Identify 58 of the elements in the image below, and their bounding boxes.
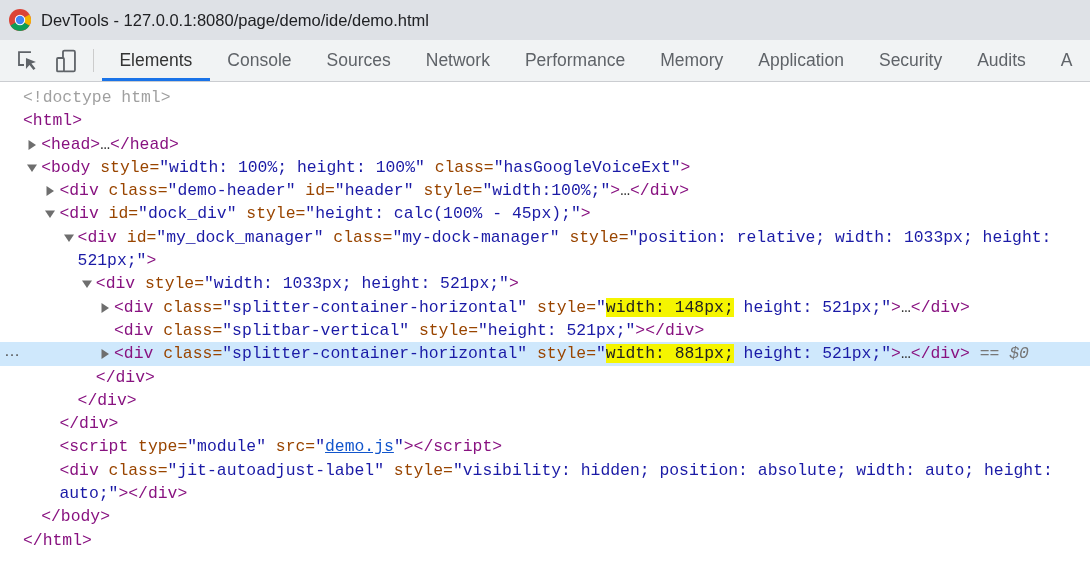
dom-tree-row[interactable]: <head>…</head>	[0, 132, 1090, 156]
code-text: <script type="module" src="	[59, 437, 325, 457]
tab[interactable]: A	[1043, 40, 1090, 81]
code-text: <div class="splitter-container-horizontal" style="	[114, 344, 606, 364]
tab[interactable]: Application	[740, 40, 862, 81]
dom-tree-row[interactable]: <div class="splitter-container-horizontal" style="width: 148px; height: 521px;">…</div>	[0, 295, 1090, 319]
dom-tree-row[interactable]: <div id="dock_div" style="height: calc(100% - 45px);">	[0, 202, 1090, 226]
code-text: </body>	[41, 507, 111, 527]
code-text: auto;"></div>	[59, 484, 188, 504]
expand-toggle-icon[interactable]	[27, 162, 38, 173]
dom-tree-row[interactable]: <html>	[0, 109, 1090, 133]
tab[interactable]: Sources	[309, 40, 409, 81]
expand-toggle-icon[interactable]	[100, 302, 110, 313]
expand-toggle-icon[interactable]	[45, 186, 56, 197]
device-toolbar-icon[interactable]	[53, 47, 78, 74]
dom-tree-row[interactable]: <div class="jit-autoadjust-label" style="visibility: hidden; position: absolute; width: auto; height:	[0, 458, 1090, 483]
code-text: <!doctype html>	[23, 88, 171, 107]
code-text: "></script>	[393, 437, 503, 457]
dom-tree-row[interactable]: <script type="module" src="demo.js"></script>	[0, 435, 1090, 459]
code-text: <div id="dock_div" style="height: calc(100% - 45px);">	[59, 204, 591, 224]
code-text: height: 521px;">…</div> == $0	[742, 344, 1029, 364]
tab[interactable]: Audits	[959, 40, 1044, 81]
code-text: </div>	[77, 390, 137, 410]
dom-tree-row[interactable]: <div id="my_dock_manager" class="my-dock-manager" style="position: relative; width: 1033px; height:	[0, 225, 1090, 250]
code-text: <div class="splitter-container-horizontal" style="	[114, 297, 606, 317]
tab[interactable]: Console	[209, 40, 310, 81]
dom-tree-row[interactable]: <div style="width: 1033px; height: 521px;">	[0, 272, 1090, 296]
expand-toggle-icon[interactable]	[63, 232, 74, 243]
code-text: <div class="jit-autoadjust-label" style="visibility: hidden; position: absolute; width: auto; height:	[59, 460, 1053, 480]
dom-tree-row[interactable]: … <div class="splitter-container-horizontal" style="width: 881px; height: 521px;">…</div> == $0	[0, 342, 1090, 366]
expand-toggle-icon[interactable]	[45, 209, 56, 220]
browser-logo-icon	[8, 8, 32, 32]
code-text: </html>	[23, 530, 92, 550]
dom-tree-row[interactable]: <body style="width: 100%; height: 100%" class="hasGoogleVoiceExt">	[0, 155, 1090, 180]
link[interactable]: demo.js	[325, 437, 394, 457]
code-text: <body style="width: 100%; height: 100%" class="hasGoogleVoiceExt">	[41, 157, 691, 177]
code-text: <div id="my_dock_manager" class="my-dock-manager" style="position: relative; width: 1033px; height:	[77, 227, 1052, 247]
code-text: height: 521px;">…</div>	[742, 297, 970, 317]
tab[interactable]: Performance	[507, 40, 643, 81]
tab[interactable]: Security	[861, 40, 960, 81]
code-text: 521px;">	[77, 251, 157, 271]
expand-toggle-icon[interactable]	[81, 279, 92, 290]
dom-tree-row[interactable]: <div class="demo-header" id="header" style="width:100%;">…</div>	[0, 179, 1090, 203]
expand-toggle-icon[interactable]	[100, 349, 110, 360]
tab[interactable]: Elements	[101, 40, 210, 81]
code-text: <div class="demo-header" id="header" style="width:100%;">…</div>	[59, 181, 689, 201]
code-text: </div>	[95, 367, 155, 387]
expand-toggle-icon[interactable]	[27, 139, 38, 150]
highlighted-code: width: 148px;	[605, 297, 734, 317]
code-text: <html>	[23, 111, 83, 131]
tab[interactable]: Memory	[642, 40, 741, 81]
code-text: <div style="width: 1033px; height: 521px;">	[95, 274, 519, 294]
code-text: </div>	[59, 414, 119, 434]
code-text: <div class="splitbar-vertical" style="height: 521px;"></div>	[114, 320, 705, 340]
code-text: <head>…</head>	[41, 134, 179, 154]
window-title: DevTools - 127.0.0.1:8080/page/demo/ide/demo.html	[41, 10, 429, 30]
tab[interactable]: Network	[408, 40, 508, 81]
highlighted-code: width: 881px;	[605, 344, 734, 364]
